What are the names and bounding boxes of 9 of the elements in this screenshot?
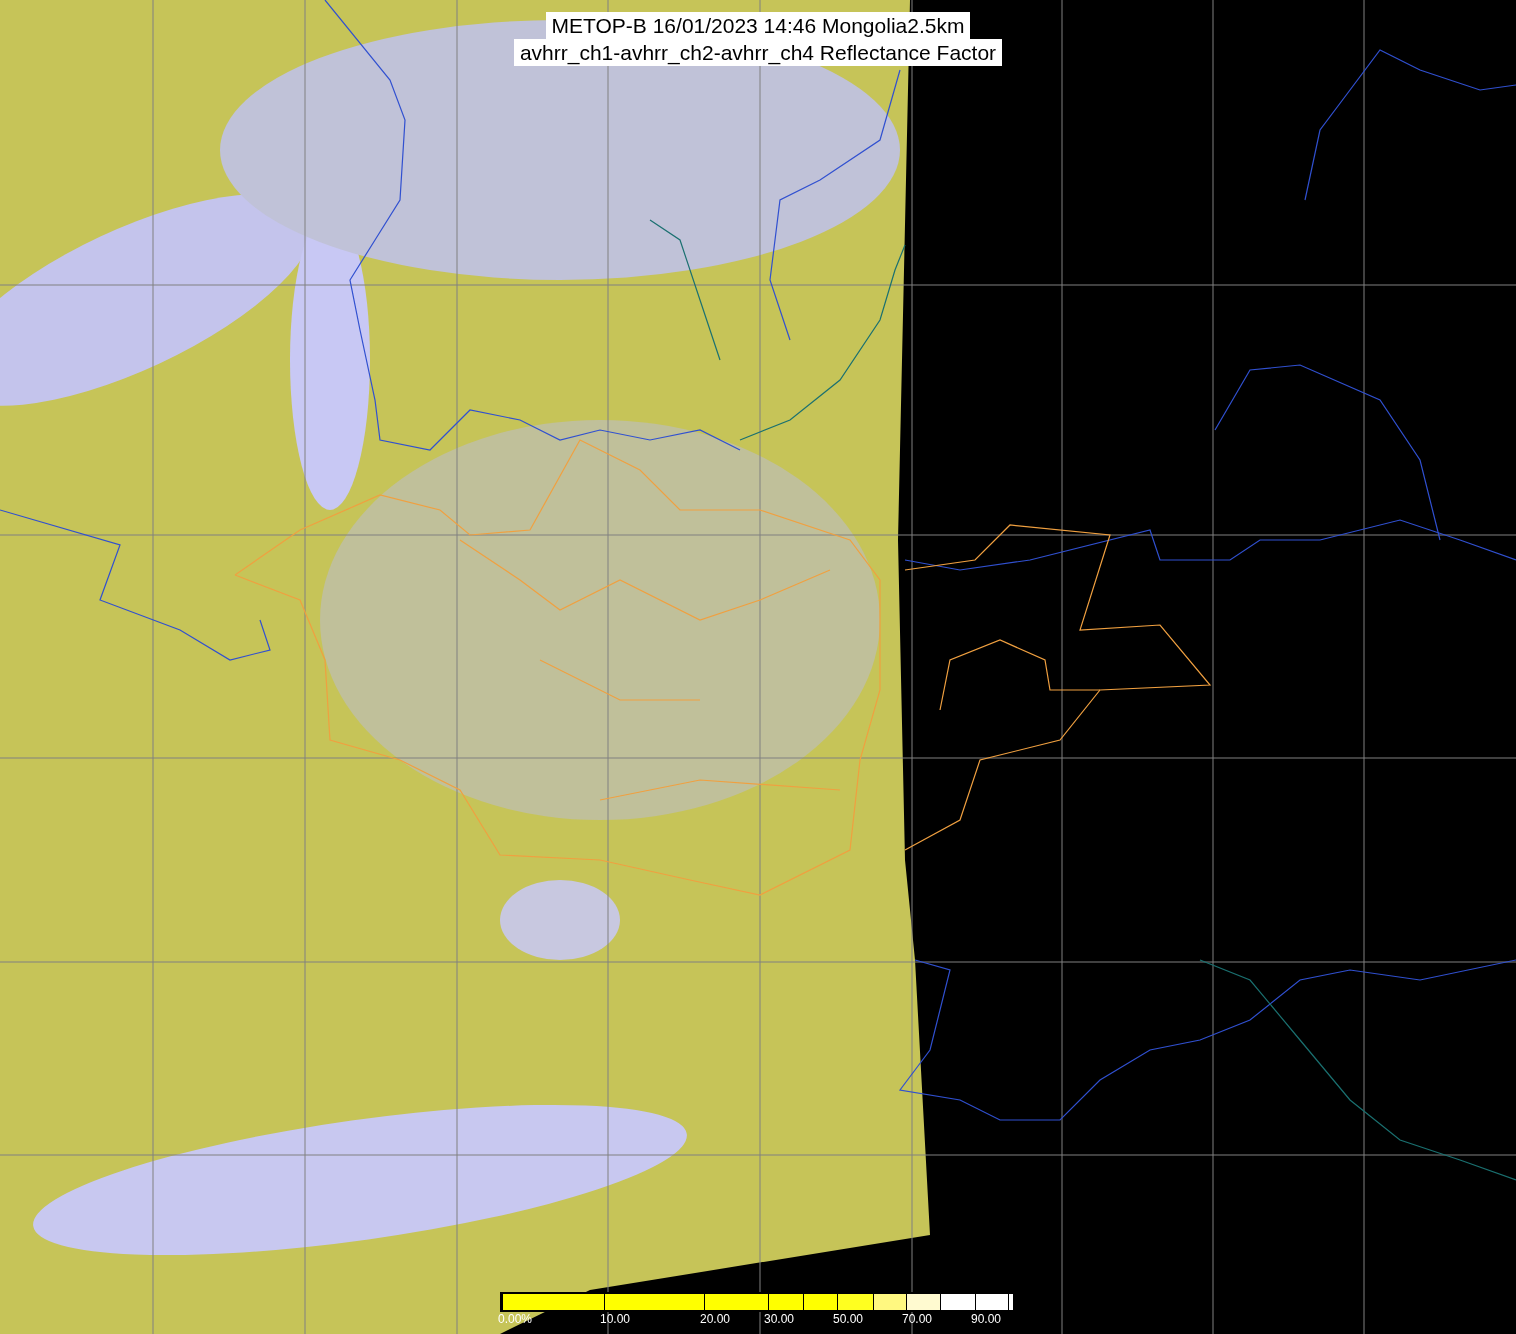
- scale-label: 90.00: [971, 1312, 1002, 1327]
- scale-label: 30.00: [764, 1312, 795, 1327]
- scale-label: 20.00: [700, 1312, 731, 1327]
- scale-label: 50.00: [833, 1312, 864, 1327]
- map-title: METOP-B 16/01/2023 14:46 Mongolia2.5km: [545, 12, 971, 39]
- scale-label: 10.00: [600, 1312, 631, 1327]
- scale-label: 0.00%: [498, 1312, 533, 1327]
- map-title: avhrr_ch1-avhrr_ch2-avhrr_ch4 Reflectance Factor: [513, 39, 1003, 66]
- scale-label: 70.00: [902, 1312, 933, 1327]
